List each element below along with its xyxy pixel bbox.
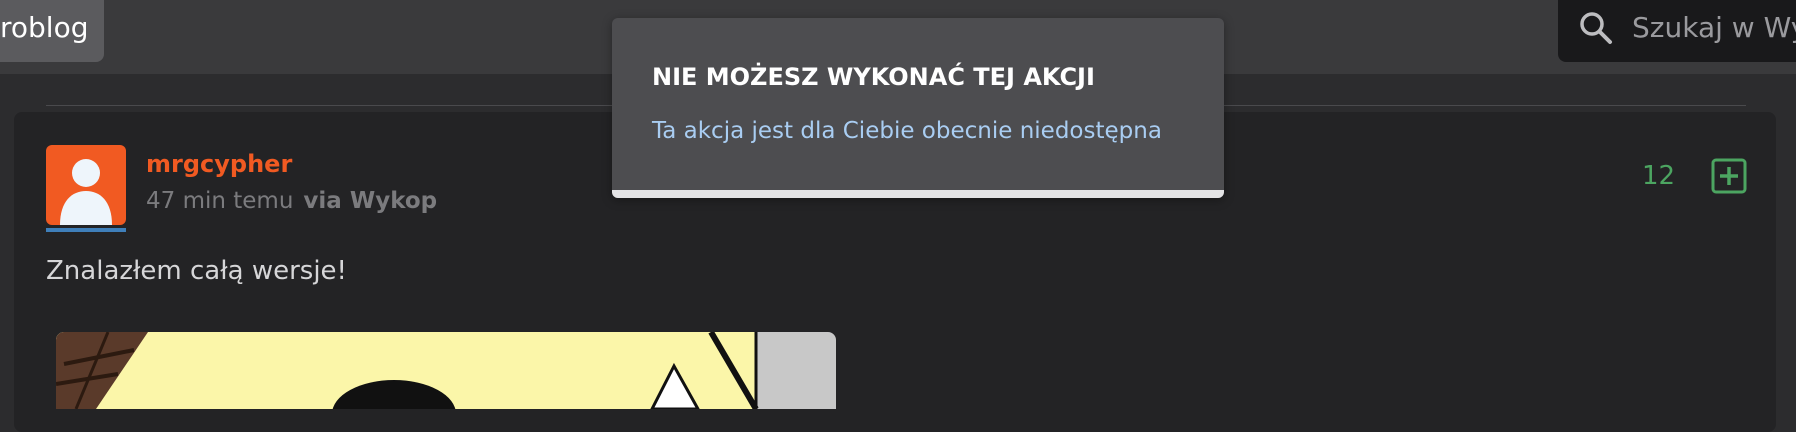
avatar[interactable]: [46, 145, 126, 225]
vote-count: 12: [1642, 161, 1676, 191]
comic-image-preview: [56, 332, 836, 409]
avatar-underline: [46, 228, 126, 232]
toast-message: Ta akcja jest dla Ciebie obecnie niedost…: [652, 118, 1162, 144]
plus-square-icon[interactable]: [1711, 158, 1747, 194]
default-avatar-icon: [60, 159, 112, 225]
username-link[interactable]: mrgcypher: [146, 150, 292, 178]
error-toast[interactable]: NIE MOŻESZ WYKONAĆ TEJ AKCJI Ta akcja je…: [612, 18, 1224, 198]
tab-mikroblog[interactable]: roblog: [0, 0, 104, 62]
entry-via: via Wykop: [303, 188, 438, 214]
search-placeholder: Szukaj w Wy: [1632, 11, 1796, 44]
toast-title: NIE MOŻESZ WYKONAĆ TEJ AKCJI: [652, 63, 1095, 91]
entry-text: Znalazłem całą wersje!: [46, 256, 347, 286]
search-input[interactable]: Szukaj w Wy: [1558, 0, 1796, 62]
entry-time[interactable]: 47 min temu: [146, 188, 293, 214]
search-icon: [1580, 12, 1612, 44]
embedded-image[interactable]: [56, 332, 836, 409]
entry-meta: 47 min temu via Wykop: [146, 188, 437, 214]
toast-progress-bar: [612, 190, 1224, 198]
